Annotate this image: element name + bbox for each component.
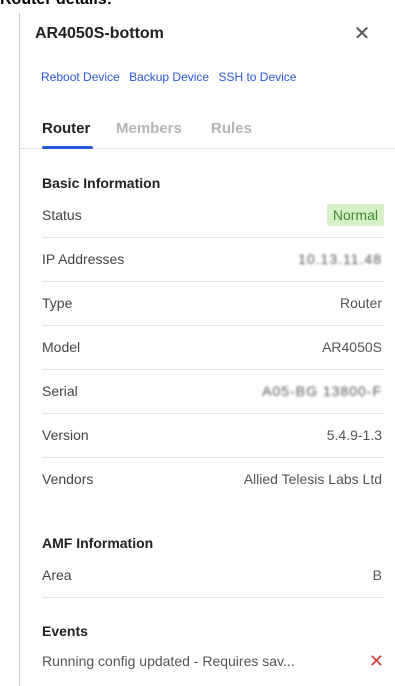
vendors-value: Allied Telesis Labs Ltd — [243, 471, 382, 487]
ssh-to-device-link[interactable]: SSH to Device — [218, 70, 296, 84]
events-heading: Events — [42, 623, 88, 639]
type-value: Router — [339, 295, 382, 311]
model-label: Model — [42, 339, 81, 355]
serial-row: Serial A05-BG 13800-F — [42, 369, 384, 414]
status-row: Status Normal — [42, 193, 384, 238]
active-tab-indicator — [42, 146, 93, 149]
type-row: Type Router — [42, 281, 384, 326]
version-row: Version 5.4.9-1.3 — [42, 413, 384, 458]
ip-addresses-label: IP Addresses — [42, 251, 125, 267]
basic-information-heading: Basic Information — [42, 175, 161, 191]
tab-rules[interactable]: Rules — [211, 118, 252, 140]
tab-bar: Router Members Rules — [20, 114, 395, 149]
model-row: Model AR4050S — [42, 325, 384, 370]
ip-addresses-row: IP Addresses 10.13.11.48 — [42, 237, 384, 282]
amf-information-heading: AMF Information — [42, 535, 154, 551]
status-label: Status — [42, 207, 82, 223]
ip-addresses-value: 10.13.11.48 — [298, 251, 382, 267]
backup-device-link[interactable]: Backup Device — [129, 70, 209, 84]
area-row: Area B — [42, 553, 384, 598]
area-value: B — [372, 567, 382, 583]
device-actions: Reboot Device Backup Device SSH to Devic… — [41, 68, 302, 86]
vendors-row: Vendors Allied Telesis Labs Ltd — [42, 457, 384, 501]
event-item: Running config updated - Requires sav...… — [42, 649, 384, 673]
panel-header: AR4050S-bottom ✕ — [35, 22, 380, 46]
vendors-label: Vendors — [42, 471, 94, 487]
page-heading: Router details: — [0, 0, 112, 11]
area-label: Area — [42, 567, 72, 583]
tab-router[interactable]: Router — [42, 118, 90, 140]
close-icon[interactable]: ✕ — [352, 22, 372, 46]
device-name-title: AR4050S-bottom — [35, 25, 164, 42]
version-value: 5.4.9-1.3 — [326, 427, 382, 443]
model-value: AR4050S — [322, 339, 382, 355]
tab-members[interactable]: Members — [116, 118, 182, 140]
reboot-device-link[interactable]: Reboot Device — [41, 70, 120, 84]
type-label: Type — [42, 295, 73, 311]
close-icon[interactable]: ✕ — [369, 649, 384, 673]
serial-value: A05-BG 13800-F — [262, 383, 382, 399]
status-badge: Normal — [326, 204, 384, 226]
version-label: Version — [42, 427, 89, 443]
event-text: Running config updated - Requires sav... — [42, 653, 295, 669]
serial-label: Serial — [42, 383, 78, 399]
router-details-panel: AR4050S-bottom ✕ Reboot Device Backup De… — [19, 13, 395, 686]
